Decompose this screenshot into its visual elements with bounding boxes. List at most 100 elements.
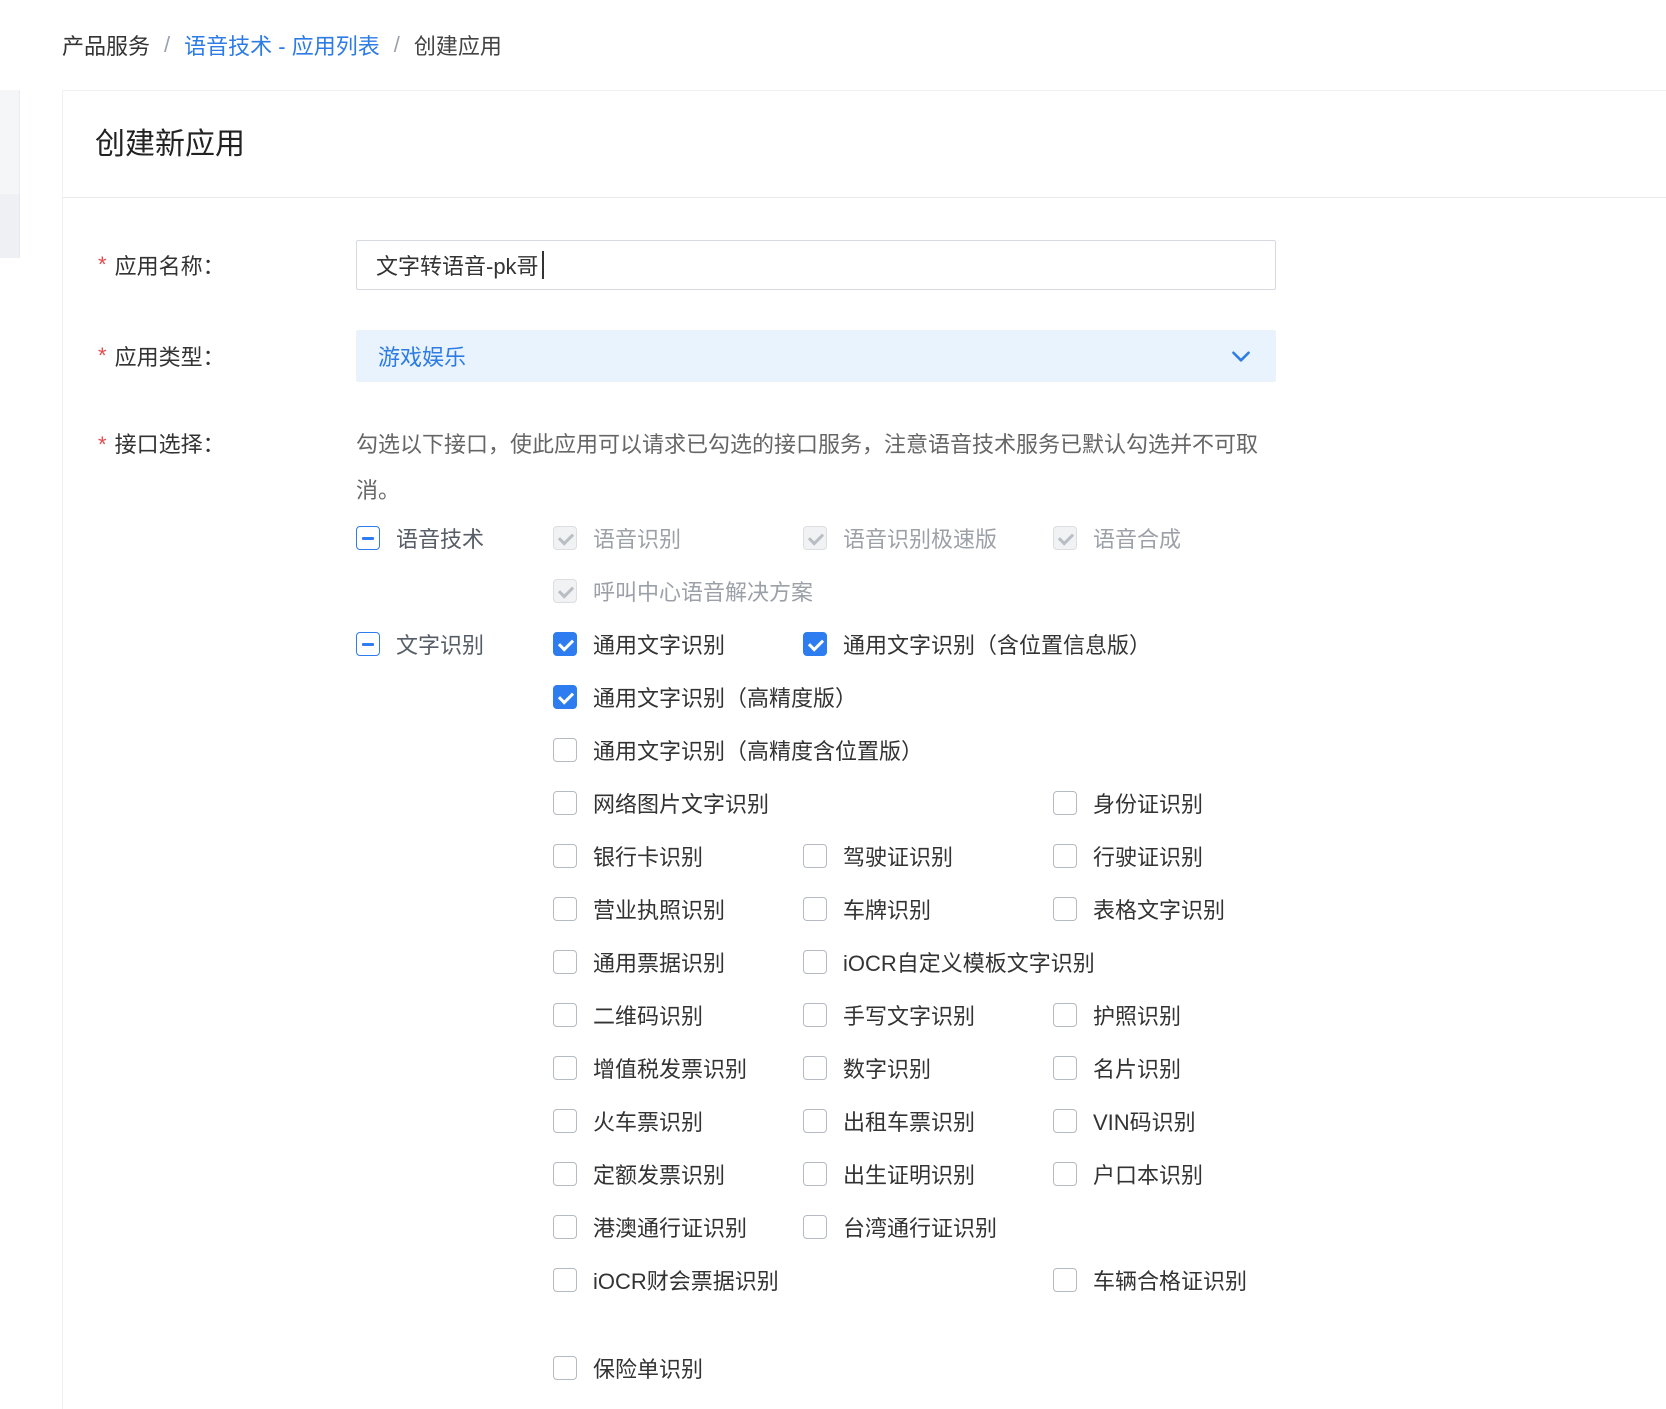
unchecked-checkbox-icon[interactable] [1053, 897, 1077, 921]
interface-row: 网络图片文字识别 身份证识别 [553, 791, 1666, 815]
app-type-select[interactable]: 游戏娱乐 [356, 330, 1276, 382]
interface-checkbox[interactable]: VIN码识别 [1053, 1109, 1303, 1133]
checked-checkbox-icon[interactable] [803, 632, 827, 656]
interface-checkbox-label: 车牌识别 [843, 893, 931, 925]
unchecked-checkbox-icon[interactable] [803, 1056, 827, 1080]
unchecked-checkbox-icon[interactable] [803, 950, 827, 974]
interface-checkbox[interactable]: 名片识别 [1053, 1056, 1303, 1080]
required-asterisk: * [98, 422, 107, 468]
interface-checkbox: 呼叫中心语音解决方案 [553, 579, 803, 603]
app-type-selected-value: 游戏娱乐 [378, 340, 466, 372]
interface-checkbox[interactable]: 网络图片文字识别 [553, 791, 803, 815]
unchecked-checkbox-icon[interactable] [553, 1162, 577, 1186]
unchecked-checkbox-icon[interactable] [1053, 1056, 1077, 1080]
checked-checkbox-icon[interactable] [553, 632, 577, 656]
interface-group-checkbox[interactable]: 文字识别 [356, 632, 553, 656]
unchecked-checkbox-icon[interactable] [553, 738, 577, 762]
unchecked-checkbox-icon[interactable] [803, 1162, 827, 1186]
interface-checkbox[interactable]: 手写文字识别 [803, 1003, 1053, 1027]
unchecked-checkbox-icon[interactable] [803, 897, 827, 921]
disabled-checked-checkbox-icon [553, 579, 577, 603]
interface-group-checkbox[interactable]: 语音技术 [356, 526, 553, 550]
interface-checkbox-label: 火车票识别 [593, 1105, 703, 1137]
interface-checkbox[interactable]: 增值税发票识别 [553, 1056, 803, 1080]
interface-checkbox[interactable]: 驾驶证识别 [803, 844, 1053, 868]
indeterminate-checkbox-icon[interactable] [356, 632, 380, 656]
unchecked-checkbox-icon[interactable] [553, 950, 577, 974]
interface-checkbox[interactable]: 出租车票识别 [803, 1109, 1053, 1133]
unchecked-checkbox-icon[interactable] [553, 897, 577, 921]
unchecked-checkbox-icon[interactable] [803, 1109, 827, 1133]
unchecked-checkbox-icon[interactable] [553, 1215, 577, 1239]
interface-checkbox[interactable]: 通用文字识别（高精度版） [553, 685, 803, 709]
interface-row: 通用文字识别（高精度含位置版） [553, 738, 1666, 762]
breadcrumb-separator: / [164, 32, 170, 58]
interface-checkbox[interactable]: iOCR财会票据识别 [553, 1268, 803, 1292]
unchecked-checkbox-icon[interactable] [1053, 1268, 1077, 1292]
interface-checkbox-label: 名片识别 [1093, 1052, 1181, 1084]
interface-checkbox-label: iOCR自定义模板文字识别 [843, 946, 1095, 978]
app-name-row: * 应用名称： 文字转语音-pk哥 [63, 240, 1666, 290]
unchecked-checkbox-icon[interactable] [803, 1003, 827, 1027]
unchecked-checkbox-icon[interactable] [553, 844, 577, 868]
interface-select-row: * 接口选择： 勾选以下接口，使此应用可以请求已勾选的接口服务，注意语音技术服务… [63, 422, 1666, 1409]
sidebar-segment [0, 90, 20, 194]
interface-checkbox[interactable]: iOCR自定义模板文字识别 [803, 950, 1053, 974]
interface-checkbox: 语音合成 [1053, 526, 1303, 550]
interface-checkbox[interactable]: 车牌识别 [803, 897, 1053, 921]
interface-row: iOCR财会票据识别 车辆合格证识别 [553, 1268, 1666, 1292]
interface-checkbox[interactable]: 定额发票识别 [553, 1162, 803, 1186]
indeterminate-checkbox-icon[interactable] [356, 526, 380, 550]
interface-checkbox-label: 出生证明识别 [843, 1158, 975, 1190]
interface-checkbox: 语音识别 [553, 526, 803, 550]
unchecked-checkbox-icon[interactable] [553, 1268, 577, 1292]
interface-checkbox-label: 文字识别 [396, 628, 484, 660]
interface-checkbox[interactable]: 车辆合格证识别 [1053, 1268, 1303, 1292]
unchecked-checkbox-icon[interactable] [1053, 844, 1077, 868]
interface-checkbox-label: 通用文字识别（高精度含位置版） [593, 734, 923, 766]
unchecked-checkbox-icon[interactable] [1053, 1109, 1077, 1133]
interface-checkbox[interactable]: 户口本识别 [1053, 1162, 1303, 1186]
interface-checkbox-label: 通用文字识别 [593, 628, 725, 660]
interface-checkbox-label: 增值税发票识别 [593, 1052, 747, 1084]
unchecked-checkbox-icon[interactable] [553, 1109, 577, 1133]
interface-checkbox[interactable]: 通用文字识别 [553, 632, 803, 656]
interface-checkbox[interactable]: 表格文字识别 [1053, 897, 1303, 921]
page-title: 创建新应用 [95, 125, 1634, 165]
interface-checkbox[interactable]: 火车票识别 [553, 1109, 803, 1133]
interface-checkbox[interactable]: 保险单识别 [553, 1356, 803, 1380]
interface-row: 火车票识别出租车票识别VIN码识别 [553, 1109, 1666, 1133]
interface-checkbox-label: 护照识别 [1093, 999, 1181, 1031]
interface-checkbox[interactable]: 银行卡识别 [553, 844, 803, 868]
interface-checkbox[interactable]: 出生证明识别 [803, 1162, 1053, 1186]
unchecked-checkbox-icon[interactable] [803, 1215, 827, 1239]
breadcrumb-item-products[interactable]: 产品服务 [62, 29, 150, 61]
unchecked-checkbox-icon[interactable] [553, 1356, 577, 1380]
unchecked-checkbox-icon[interactable] [803, 844, 827, 868]
interface-checkbox[interactable]: 二维码识别 [553, 1003, 803, 1027]
unchecked-checkbox-icon[interactable] [1053, 1162, 1077, 1186]
interface-checkbox[interactable]: 数字识别 [803, 1056, 1053, 1080]
interface-checkbox[interactable]: 港澳通行证识别 [553, 1215, 803, 1239]
interface-checkbox-label: 手写文字识别 [843, 999, 975, 1031]
unchecked-checkbox-icon[interactable] [1053, 791, 1077, 815]
interface-checkbox-label: 语音识别 [593, 522, 681, 554]
interface-row: 港澳通行证识别台湾通行证识别 [553, 1215, 1666, 1239]
interface-checkbox[interactable]: 通用文字识别（高精度含位置版） [553, 738, 803, 762]
checked-checkbox-icon[interactable] [553, 685, 577, 709]
interface-checkbox[interactable]: 营业执照识别 [553, 897, 803, 921]
interface-checkbox[interactable]: 身份证识别 [1053, 791, 1303, 815]
interface-checkbox-label: 营业执照识别 [593, 893, 725, 925]
unchecked-checkbox-icon[interactable] [553, 791, 577, 815]
breadcrumb-item-app-list-link[interactable]: 语音技术 - 应用列表 [184, 29, 380, 61]
interface-checkbox[interactable]: 通用票据识别 [553, 950, 803, 974]
interface-checkbox[interactable]: 行驶证识别 [1053, 844, 1303, 868]
interface-checkbox[interactable]: 通用文字识别（含位置信息版） [803, 632, 1053, 656]
interface-checkbox[interactable]: 台湾通行证识别 [803, 1215, 1053, 1239]
unchecked-checkbox-icon[interactable] [1053, 1003, 1077, 1027]
app-name-input[interactable]: 文字转语音-pk哥 [356, 240, 1276, 290]
unchecked-checkbox-icon[interactable] [553, 1003, 577, 1027]
unchecked-checkbox-icon[interactable] [553, 1056, 577, 1080]
interface-row: 语音识别语音识别极速版语音合成 [553, 526, 1666, 550]
interface-checkbox[interactable]: 护照识别 [1053, 1003, 1303, 1027]
